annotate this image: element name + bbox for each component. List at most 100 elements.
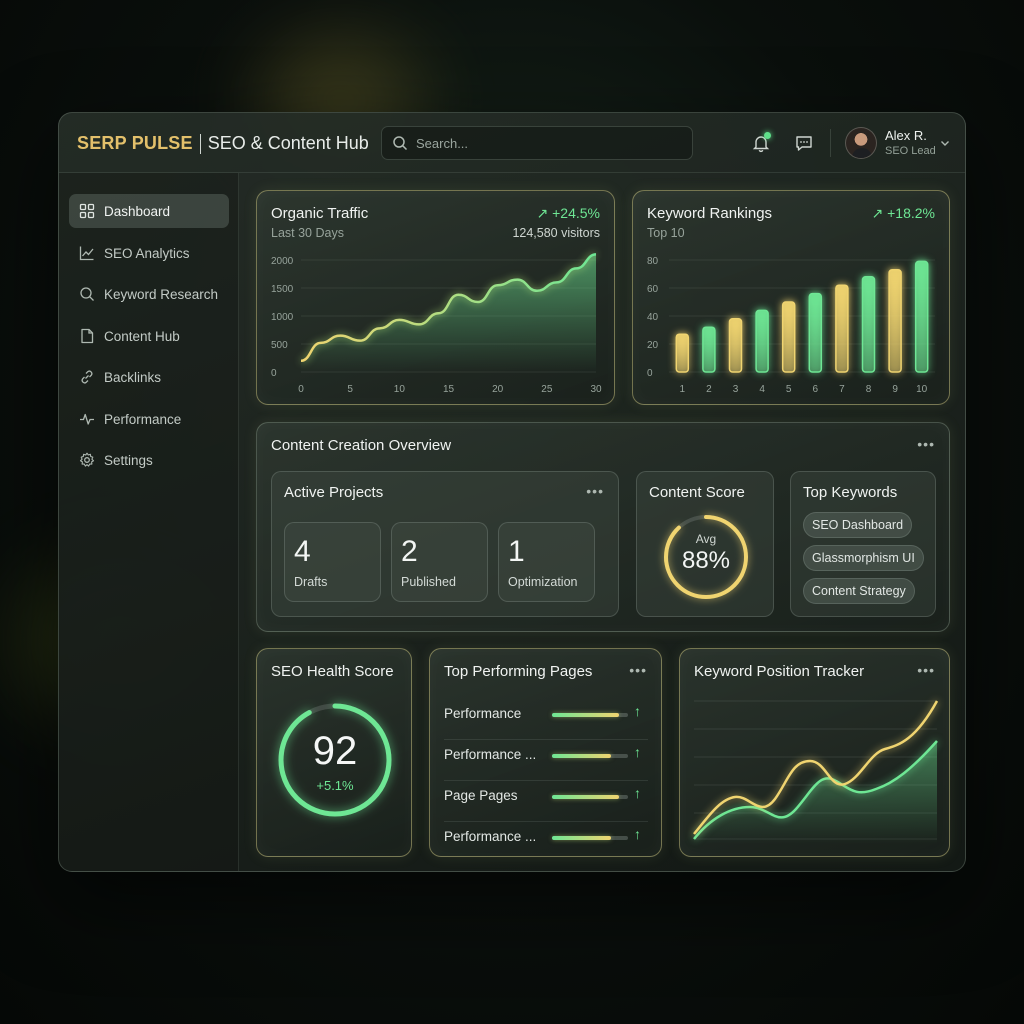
bar bbox=[914, 260, 929, 373]
y-tick-label: 40 bbox=[647, 312, 659, 323]
brand-subtitle: SEO & Content Hub bbox=[207, 133, 369, 153]
traffic-area bbox=[301, 254, 596, 372]
x-tick-label: 30 bbox=[590, 384, 602, 395]
stat-value: 2 bbox=[401, 535, 418, 568]
y-tick-label: 60 bbox=[647, 284, 659, 295]
content-score-value: 88% bbox=[681, 547, 731, 574]
sidebar-item-label: SEO Analytics bbox=[104, 245, 190, 261]
chevron-down-icon[interactable] bbox=[939, 137, 951, 149]
content-overview-card: Content Creation Overview ••• Active Pro… bbox=[256, 422, 950, 632]
avatar[interactable] bbox=[845, 127, 877, 159]
app-window: SERP PULSE SEO & Content Hub Alex R. SEO… bbox=[58, 112, 966, 872]
y-tick-label: 2000 bbox=[271, 256, 294, 267]
active-projects-panel: Active Projects ••• 4 Drafts 2 Published… bbox=[271, 471, 619, 617]
top-page-row[interactable]: Page Pages ↑ bbox=[444, 781, 648, 821]
arrow-up-icon: ↑ bbox=[634, 703, 641, 719]
y-tick-label: 1000 bbox=[271, 312, 294, 323]
x-tick-label: 10 bbox=[916, 384, 928, 395]
messages-button[interactable] bbox=[792, 131, 816, 155]
page-progress bbox=[552, 713, 628, 717]
sidebar-item-seo-analytics[interactable]: SEO Analytics bbox=[69, 236, 229, 270]
more-icon[interactable]: ••• bbox=[586, 483, 604, 499]
bar bbox=[781, 301, 796, 373]
notification-dot bbox=[764, 132, 771, 139]
more-icon[interactable]: ••• bbox=[917, 436, 935, 452]
keyword-chip[interactable]: Content Strategy bbox=[803, 578, 915, 604]
bar bbox=[835, 284, 849, 373]
x-tick-label: 15 bbox=[443, 384, 455, 395]
chat-icon bbox=[796, 136, 812, 151]
sidebar-item-content-hub[interactable]: Content Hub bbox=[69, 319, 229, 353]
stat-optimization[interactable]: 1 Optimization bbox=[498, 522, 595, 602]
sidebar-item-keyword-research[interactable]: Keyword Research bbox=[69, 277, 229, 311]
x-tick-label: 3 bbox=[733, 384, 739, 395]
arrow-up-icon: ↑ bbox=[634, 785, 641, 801]
more-icon[interactable]: ••• bbox=[629, 662, 647, 678]
stat-label: Drafts bbox=[294, 575, 328, 589]
y-tick-label: 500 bbox=[271, 340, 288, 351]
page-label: Performance ... bbox=[444, 829, 537, 844]
topbar-divider bbox=[830, 129, 831, 157]
sidebar-item-backlinks[interactable]: Backlinks bbox=[69, 360, 229, 394]
keyword-chip[interactable]: Glassmorphism UI bbox=[803, 545, 924, 571]
keyword-chip[interactable]: SEO Dashboard bbox=[803, 512, 913, 538]
x-tick-label: 9 bbox=[892, 384, 898, 395]
search-box[interactable] bbox=[381, 126, 693, 160]
stat-published[interactable]: 2 Published bbox=[391, 522, 488, 602]
x-tick-label: 2 bbox=[706, 384, 712, 395]
dashboard-icon bbox=[79, 203, 95, 219]
sidebar-item-label: Dashboard bbox=[104, 203, 171, 219]
gear-icon bbox=[79, 452, 95, 467]
sidebar-item-label: Settings bbox=[104, 452, 153, 468]
bar bbox=[728, 318, 743, 373]
page-progress bbox=[552, 836, 628, 840]
x-tick-label: 1 bbox=[680, 384, 686, 395]
x-tick-label: 5 bbox=[347, 384, 353, 395]
page-progress-fill bbox=[552, 795, 619, 799]
search-icon bbox=[393, 136, 408, 151]
user-role: SEO Lead bbox=[885, 145, 936, 157]
page-label: Performance ... bbox=[444, 747, 537, 762]
panel-title: Top Keywords bbox=[803, 484, 898, 501]
brand-divider bbox=[199, 133, 201, 154]
x-tick-label: 6 bbox=[813, 384, 819, 395]
top-page-row[interactable]: Performance ... ↑ bbox=[444, 740, 648, 780]
notifications-button[interactable] bbox=[749, 131, 773, 155]
search-icon bbox=[80, 287, 94, 301]
stat-label: Optimization bbox=[508, 575, 578, 589]
traffic-chart: 2000 1500 1000 500 0 0 5 10 15 20 25 30 bbox=[271, 253, 602, 395]
page-label: Performance bbox=[444, 706, 522, 721]
document-icon bbox=[81, 328, 94, 344]
sidebar-item-performance[interactable]: Performance bbox=[69, 402, 229, 436]
top-page-row[interactable]: Performance ... ↑ bbox=[444, 822, 648, 862]
top-page-row[interactable]: Performance ↑ bbox=[444, 699, 648, 739]
page-progress bbox=[552, 795, 628, 799]
analytics-icon bbox=[79, 246, 94, 261]
stat-value: 4 bbox=[294, 535, 311, 568]
sidebar-item-settings[interactable]: Settings bbox=[69, 443, 229, 477]
search-input[interactable] bbox=[416, 135, 676, 151]
x-tick-label: 4 bbox=[759, 384, 765, 395]
y-tick-label: 0 bbox=[271, 368, 277, 379]
y-tick-label: 20 bbox=[647, 340, 659, 351]
y-tick-label: 1500 bbox=[271, 284, 294, 295]
y-tick-label: 0 bbox=[647, 368, 653, 379]
stat-value: 1 bbox=[508, 535, 525, 568]
bar bbox=[675, 333, 690, 373]
top-bar: SERP PULSE SEO & Content Hub Alex R. SEO… bbox=[59, 113, 965, 173]
sidebar-item-label: Backlinks bbox=[104, 369, 162, 385]
sidebar-item-dashboard[interactable]: Dashboard bbox=[69, 194, 229, 228]
tracker-area bbox=[694, 741, 937, 844]
arrow-up-icon: ↑ bbox=[634, 826, 641, 842]
user-name: Alex R. bbox=[885, 128, 927, 143]
seo-health-value: 92 bbox=[312, 729, 358, 773]
stat-drafts[interactable]: 4 Drafts bbox=[284, 522, 381, 602]
x-tick-label: 0 bbox=[298, 384, 304, 395]
y-tick-label: 80 bbox=[647, 256, 659, 267]
sidebar-item-label: Performance bbox=[104, 411, 182, 427]
top-keywords-panel: Top Keywords SEO Dashboard Glassmorphism… bbox=[790, 471, 936, 617]
brand: SERP PULSE SEO & Content Hub bbox=[77, 133, 369, 154]
seo-health-change: +5.1% bbox=[316, 778, 354, 793]
x-tick-label: 25 bbox=[541, 384, 553, 395]
rankings-chart: 80 60 40 20 0 1 2 3 4 5 6 7 8 9 10 bbox=[647, 256, 935, 395]
